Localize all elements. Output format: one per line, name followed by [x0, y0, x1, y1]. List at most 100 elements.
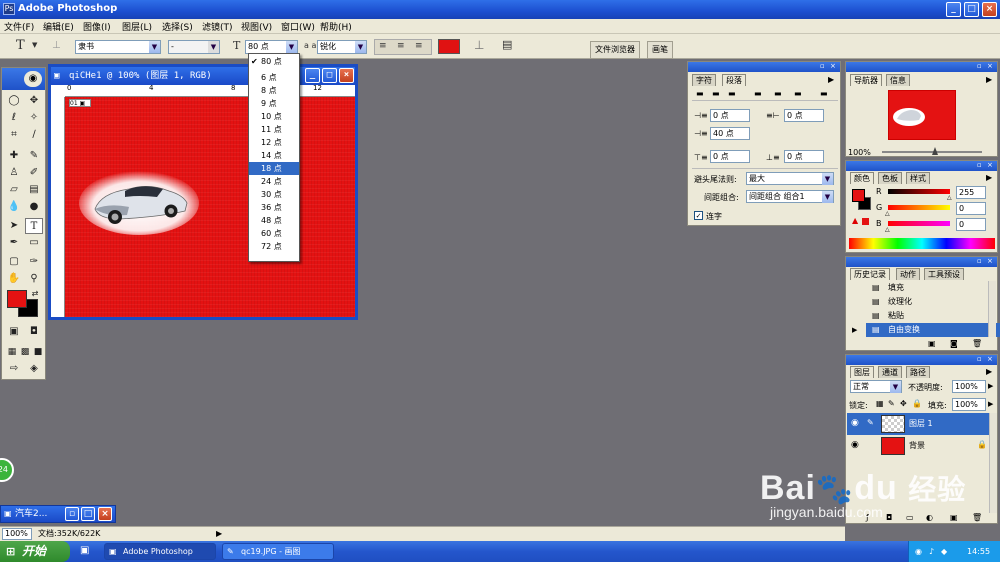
tray-network-icon[interactable]: ◉	[915, 541, 922, 562]
b-field[interactable]: 0	[956, 218, 986, 231]
text-color-swatch[interactable]	[438, 39, 460, 54]
brush-tool-icon[interactable]: ✎	[25, 148, 43, 164]
menu-view[interactable]: 视图(V)	[241, 20, 272, 33]
path-select-icon[interactable]: ➤	[5, 218, 23, 234]
tab-styles[interactable]: 样式	[906, 172, 930, 184]
tray-app-icon[interactable]: ◆	[941, 541, 947, 562]
font-style-select[interactable]: - ▼	[168, 40, 220, 54]
kinsoku-select[interactable]: 最大 ▼	[746, 172, 834, 185]
tab-layers[interactable]: 图层	[850, 366, 874, 378]
layers-scrollbar[interactable]	[989, 413, 997, 513]
menu-window[interactable]: 窗口(W)	[281, 20, 315, 33]
blur-tool-icon[interactable]: 💧	[5, 199, 23, 215]
g-slider-thumb[interactable]: △	[885, 210, 890, 217]
font-size-option[interactable]: 36 点	[249, 201, 299, 214]
restore-button[interactable]: ▫	[65, 507, 79, 521]
doc-close-button[interactable]: ×	[339, 68, 354, 83]
gradient-tool-icon[interactable]: ▤	[25, 182, 43, 198]
justify-all-icon[interactable]: ▬	[820, 89, 828, 98]
warp-text-icon[interactable]: ⊥	[474, 38, 484, 52]
history-item[interactable]: ▤ 填充	[866, 281, 1000, 295]
panel-menu-arrow-icon[interactable]: ▶	[986, 173, 992, 182]
layer-row-selected[interactable]: ◉ ✎ 图层 1	[847, 413, 989, 435]
gamut-warning-icon[interactable]: ▲	[852, 216, 858, 225]
font-size-option[interactable]: 24 点	[249, 175, 299, 188]
justify-last-center-icon[interactable]: ▬	[774, 89, 782, 98]
tab-color[interactable]: 颜色	[850, 172, 874, 184]
tab-channels[interactable]: 通道	[878, 366, 902, 378]
font-size-option[interactable]: 10 点	[249, 110, 299, 123]
font-size-option[interactable]: 9 点	[249, 97, 299, 110]
menu-select[interactable]: 选择(S)	[162, 20, 193, 33]
panel-menu-arrow-icon[interactable]: ▶	[828, 75, 834, 84]
type-tool-icon[interactable]: T	[25, 218, 43, 234]
lasso-tool-icon[interactable]: ℓ	[5, 110, 23, 126]
marquee-tool-icon[interactable]: ◯	[5, 93, 23, 109]
imageready-icon[interactable]: ◈	[25, 361, 43, 377]
menu-edit[interactable]: 编辑(E)	[43, 20, 74, 33]
mojikumi-select[interactable]: 间距组合 组合1 ▼	[746, 190, 834, 203]
quickmask-mode-icon[interactable]: ◘	[25, 324, 43, 340]
clone-stamp-icon[interactable]: ♙	[5, 165, 23, 181]
move-tool-icon[interactable]: ✥	[25, 93, 43, 109]
navigator-thumbnail[interactable]	[888, 90, 956, 140]
start-button[interactable]: ⊞ 开始	[0, 541, 70, 562]
menu-filter[interactable]: 滤镜(T)	[202, 20, 233, 33]
indent-first-line-field[interactable]: 40 点	[710, 127, 750, 140]
maximize-button[interactable]: □	[964, 2, 979, 17]
text-orientation-icon[interactable]: ⊥	[52, 40, 61, 51]
taskbar-item-paint[interactable]: ✎ qc19.JPG - 画图	[222, 543, 334, 560]
panel-minimize-icon[interactable]: ▫	[977, 161, 982, 169]
opacity-field[interactable]: 100%	[952, 380, 986, 393]
eraser-tool-icon[interactable]: ▱	[5, 182, 23, 198]
layer-row[interactable]: ◉ 背景 🔒	[847, 435, 989, 457]
font-family-select[interactable]: 隶书 ▼	[75, 40, 161, 54]
panel-menu-arrow-icon[interactable]: ▶	[986, 75, 992, 84]
tab-swatches[interactable]: 色板	[878, 172, 902, 184]
panel-minimize-icon[interactable]: ▫	[977, 355, 982, 363]
history-item-active[interactable]: ▤ 自由变换	[866, 323, 1000, 337]
maximize-button[interactable]: □	[81, 507, 95, 521]
r-field[interactable]: 255	[956, 186, 986, 199]
indent-right-field[interactable]: 0 点	[784, 109, 824, 122]
r-slider-track[interactable]	[888, 189, 950, 194]
navigator-zoom[interactable]: 100%	[848, 148, 871, 157]
panel-close-icon[interactable]: ×	[987, 161, 993, 169]
tab-actions[interactable]: 动作	[896, 268, 920, 280]
screen-mode-full-icon[interactable]: ■	[29, 344, 47, 360]
trash-icon[interactable]: 🗑	[972, 339, 982, 348]
zoom-tool-icon[interactable]: ⚲	[25, 271, 43, 287]
shape-tool-icon[interactable]: ▭	[25, 235, 43, 251]
align-center-icon[interactable]: ▬	[712, 89, 720, 98]
align-center-icon[interactable]: ≡	[397, 41, 405, 51]
visibility-eye-icon[interactable]: ◉	[851, 440, 859, 450]
crop-tool-icon[interactable]: ⌗	[5, 127, 23, 143]
layer-name[interactable]: 图层 1	[909, 418, 933, 429]
g-field[interactable]: 0	[956, 202, 986, 215]
history-item[interactable]: ▤ 纹理化	[866, 295, 1000, 309]
zoom-slider[interactable]	[882, 151, 982, 153]
font-size-option[interactable]: 11 点	[249, 123, 299, 136]
font-size-option[interactable]: 60 点	[249, 227, 299, 240]
eye-logo-icon[interactable]: ◉	[24, 71, 42, 87]
tab-tool-presets[interactable]: 工具预设	[924, 268, 964, 280]
fill-arrow-icon[interactable]: ▶	[988, 400, 993, 408]
lock-all-icon[interactable]: 🔒	[912, 399, 922, 408]
healing-brush-icon[interactable]: ✚	[5, 148, 23, 164]
space-after-field[interactable]: 0 点	[784, 150, 824, 163]
notification-badge[interactable]: 24	[0, 458, 14, 482]
menu-file[interactable]: 文件(F)	[4, 20, 34, 33]
font-size-option[interactable]: 8 点	[249, 84, 299, 97]
g-slider-track[interactable]	[888, 205, 950, 210]
panel-minimize-icon[interactable]: ▫	[977, 257, 982, 265]
swap-colors-icon[interactable]: ⇄	[26, 286, 44, 302]
magic-wand-icon[interactable]: ✧	[25, 110, 43, 126]
space-before-field[interactable]: 0 点	[710, 150, 750, 163]
minimized-document[interactable]: ▣ 汽车2... ▫ □ ×	[0, 505, 116, 523]
brushes-tab[interactable]: 画笔	[647, 41, 673, 59]
tab-info[interactable]: 信息	[886, 74, 910, 86]
show-desktop-icon[interactable]: ▣	[80, 545, 89, 556]
new-document-icon[interactable]: ▣	[928, 339, 936, 348]
font-size-option[interactable]: 48 点	[249, 214, 299, 227]
font-size-dropdown[interactable]: ✔ 80 点 6 点8 点9 点 10 点 11 点 12 点 14 点 18 点 24 点 30…	[248, 53, 300, 262]
